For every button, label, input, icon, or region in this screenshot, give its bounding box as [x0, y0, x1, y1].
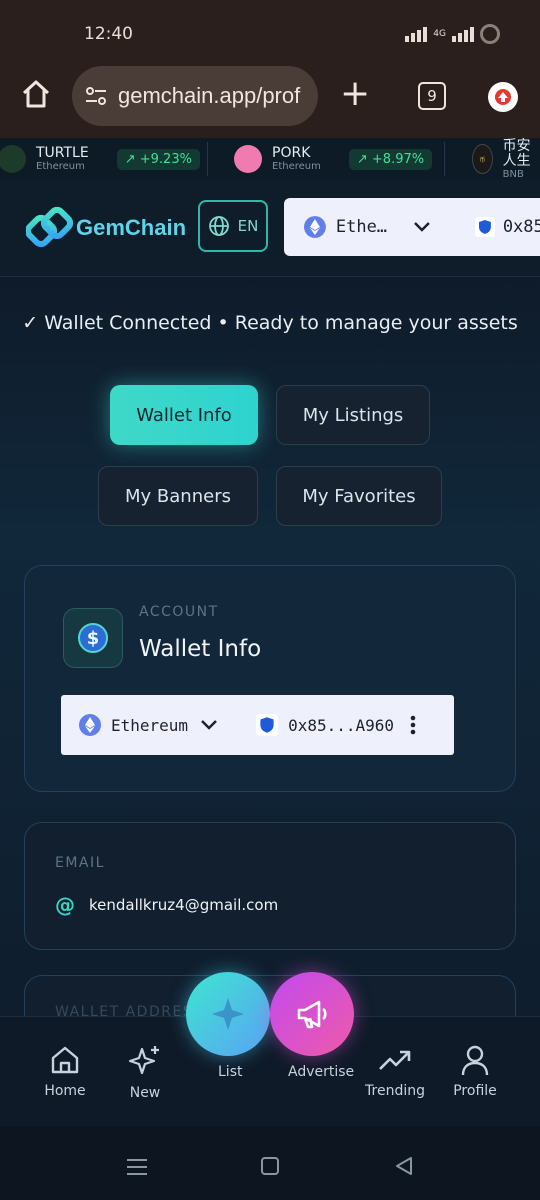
- tab-count-button[interactable]: 9: [418, 82, 446, 110]
- nav-label: Trending: [365, 1083, 425, 1099]
- token-name: TURTLE: [36, 145, 89, 161]
- signal-icon-2: [452, 26, 474, 42]
- svg-text:$: $: [87, 628, 100, 649]
- change-badge: ↗ +9.23%: [116, 148, 200, 170]
- token-chain: Ethereum: [36, 161, 85, 172]
- site-settings-icon[interactable]: [84, 84, 108, 108]
- tab-my-favorites[interactable]: My Favorites: [276, 466, 442, 526]
- tab-wallet-info[interactable]: Wallet Info: [110, 385, 258, 445]
- change-badge: ↗ +8.97%: [348, 148, 433, 170]
- change-value: +8.97%: [371, 151, 425, 167]
- battery-icon: [480, 24, 500, 44]
- token-name: PORK: [272, 145, 311, 161]
- logo-text: GemChain: [76, 215, 187, 240]
- token-chain: BNB: [502, 168, 524, 180]
- update-icon[interactable]: [488, 82, 518, 112]
- bottom-navigation: Home New Trending Profile: [0, 1016, 540, 1127]
- ticker-item[interactable]: TURTLE Ethereum ↗ +9.23%: [0, 138, 200, 180]
- wallet-shield-icon: [256, 714, 279, 736]
- chain-link-icon: [26, 206, 74, 248]
- wallet-selector[interactable]: Ethereum 0x85...A960: [61, 695, 454, 755]
- wallet-selector-header[interactable]: Ethe… 0x85…: [284, 198, 540, 256]
- section-title: Wallet Info: [139, 636, 262, 662]
- address-short: 0x85…: [502, 217, 540, 237]
- change-value: +9.23%: [139, 151, 192, 167]
- status-bar: 12:40 4G: [0, 0, 540, 62]
- recent-apps-icon[interactable]: [126, 1158, 148, 1176]
- wallet-shield-icon: [474, 217, 495, 237]
- token-name: 币安人生: [502, 138, 531, 169]
- language-label: EN: [237, 217, 259, 235]
- list-label: List: [218, 1064, 243, 1080]
- wallet-address: 0x85...A960: [288, 715, 395, 735]
- price-ticker: TURTLE Ethereum ↗ +9.23% PORK Ethereum ↗…: [0, 138, 540, 181]
- nav-label: Profile: [453, 1083, 497, 1099]
- sparkles-icon: [128, 1046, 159, 1075]
- gemchain-logo[interactable]: GemChain: [26, 206, 186, 250]
- trending-up-icon: [379, 1050, 411, 1070]
- sparkle-plus-icon: [212, 998, 244, 1030]
- nav-trending[interactable]: Trending: [360, 1043, 430, 1099]
- tab-my-listings[interactable]: My Listings: [276, 385, 430, 445]
- status-time: 12:40: [84, 24, 133, 44]
- email-row: @ kendallkruz4@gmail.com: [55, 893, 278, 917]
- connection-status: ✓ Wallet Connected • Ready to manage you…: [22, 312, 518, 334]
- new-tab-icon[interactable]: +: [340, 76, 370, 112]
- ethereum-icon: [79, 714, 101, 736]
- token-logo: [0, 145, 26, 173]
- trend-up-icon: ↗: [356, 151, 368, 167]
- token-logo: 币: [472, 144, 493, 174]
- home-icon: [51, 1046, 79, 1074]
- section-label: ACCOUNT: [139, 604, 219, 620]
- language-button[interactable]: EN: [198, 200, 268, 252]
- ticker-item[interactable]: 币 币安人生 BNB: [472, 138, 540, 180]
- globe-icon: [208, 216, 229, 236]
- advertise-label: Advertise: [288, 1064, 355, 1080]
- site-header: GemChain EN Ethe… 0x85…: [0, 180, 540, 277]
- tab-my-banners[interactable]: My Banners: [98, 466, 258, 526]
- url-bar[interactable]: gemchain.app/prof: [72, 66, 318, 126]
- token-chain: Ethereum: [272, 161, 321, 172]
- url-text: gemchain.app/prof: [118, 83, 301, 108]
- chevron-down-icon[interactable]: [200, 719, 218, 731]
- at-sign-icon: @: [55, 893, 75, 917]
- trend-up-icon: ↗: [124, 151, 136, 167]
- chevron-down-icon[interactable]: [413, 221, 431, 233]
- nav-profile[interactable]: Profile: [440, 1043, 510, 1099]
- divider: [444, 142, 445, 176]
- email-label: EMAIL: [55, 855, 105, 871]
- network-label: 4G: [433, 29, 446, 39]
- signal-icon: [405, 26, 428, 42]
- email-value: kendallkruz4@gmail.com: [89, 896, 279, 914]
- nav-label: New: [129, 1085, 161, 1101]
- more-vertical-icon[interactable]: [410, 715, 416, 735]
- list-fab[interactable]: [186, 972, 270, 1056]
- home-icon[interactable]: [20, 78, 52, 110]
- nav-new[interactable]: New: [110, 1043, 180, 1101]
- system-navigation: [0, 1126, 540, 1200]
- chain-name: Ethereum: [111, 715, 189, 735]
- home-button-icon[interactable]: [260, 1156, 280, 1176]
- megaphone-icon: [297, 1000, 327, 1029]
- nav-home[interactable]: Home: [30, 1043, 100, 1099]
- browser-toolbar: gemchain.app/prof + 9: [0, 62, 540, 138]
- account-card: $ ACCOUNT Wallet Info Ethereum 0x85...A9…: [24, 565, 516, 792]
- status-icons: 4G: [405, 24, 500, 44]
- chain-name: Ethe…: [335, 217, 388, 237]
- back-icon[interactable]: [394, 1156, 414, 1176]
- user-icon: [461, 1045, 489, 1076]
- ticker-item[interactable]: PORK Ethereum ↗ +8.97%: [234, 138, 433, 180]
- token-logo: [234, 145, 262, 173]
- nav-label: Home: [44, 1083, 86, 1099]
- email-card: EMAIL @ kendallkruz4@gmail.com: [24, 822, 516, 950]
- ethereum-icon: [304, 216, 326, 238]
- divider: [207, 142, 208, 176]
- dollar-coin-icon: $: [63, 608, 123, 668]
- advertise-fab[interactable]: [270, 972, 354, 1056]
